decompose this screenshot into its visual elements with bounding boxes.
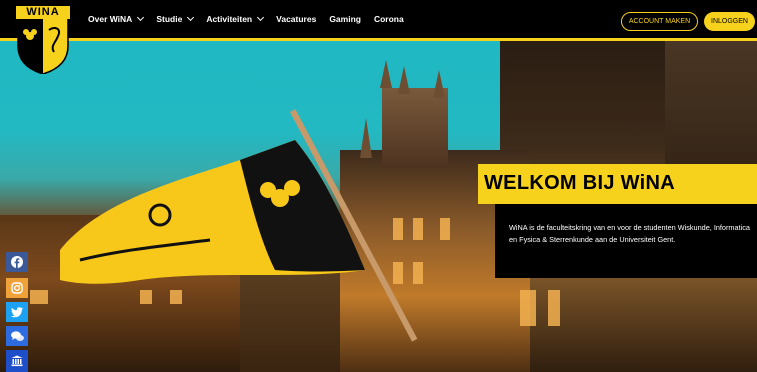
logo-wordmark: WINA [16, 6, 70, 19]
login-button[interactable]: INLOGGEN [704, 12, 755, 31]
menu-studie[interactable]: Studie [156, 13, 195, 24]
chat-link[interactable] [6, 326, 28, 346]
window [413, 262, 423, 284]
menu-over-wina[interactable]: Over WiNA [88, 13, 145, 24]
window [393, 218, 403, 240]
account-maken-button[interactable]: ACCOUNT MAKEN [621, 12, 698, 31]
university-icon [11, 355, 23, 367]
facebook-icon [11, 256, 23, 268]
chevron-down-icon [137, 13, 145, 22]
chevron-down-icon [257, 13, 265, 22]
facebook-link[interactable] [6, 252, 28, 272]
twitter-link[interactable] [6, 302, 28, 322]
menu-label: Studie [156, 14, 183, 24]
menu-activiteiten[interactable]: Activiteiten [206, 13, 265, 24]
menu-corona[interactable]: Corona [374, 14, 404, 24]
page-title: WELKOM BIJ WiNA [484, 172, 675, 194]
chevron-down-icon [187, 13, 195, 22]
window [440, 218, 450, 240]
flag [60, 140, 365, 284]
twitter-icon [11, 306, 23, 317]
window [393, 262, 403, 284]
menu-label: Over WiNA [88, 14, 133, 24]
window [413, 218, 423, 240]
university-link[interactable] [6, 350, 28, 372]
menu-label: Gaming [329, 14, 361, 24]
window [520, 290, 536, 326]
spire [433, 70, 445, 98]
instagram-link[interactable] [6, 278, 28, 298]
main-menu: Over WiNA Studie Activiteiten Vacatures … [88, 13, 417, 24]
window [30, 290, 48, 304]
window [170, 290, 182, 304]
window [548, 290, 560, 326]
instagram-icon [11, 282, 23, 294]
menu-label: Vacatures [276, 14, 317, 24]
menu-vacatures[interactable]: Vacatures [276, 14, 316, 24]
intro-text: WiNA is de faculteitskring van en voor d… [509, 223, 750, 244]
chat-icon [10, 330, 24, 341]
navbar-underline [0, 38, 757, 41]
spire [380, 60, 392, 88]
menu-label: Activiteiten [206, 14, 253, 24]
menu-gaming[interactable]: Gaming [329, 14, 361, 24]
menu-label: Corona [373, 14, 404, 24]
window [140, 290, 152, 304]
spire [398, 66, 410, 94]
belfry-tower [382, 88, 448, 168]
